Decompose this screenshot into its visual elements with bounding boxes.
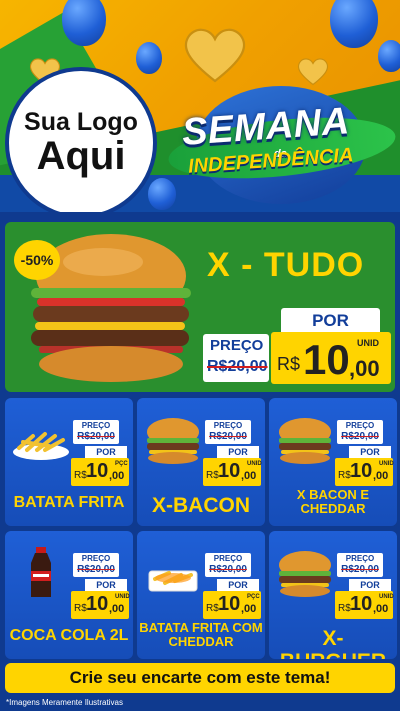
new-price-label: POR xyxy=(217,446,259,458)
header-banner: Sua Logo Aqui SEMANA da INDEPENDÊNCIA xyxy=(0,0,400,212)
discount-badge: -50% xyxy=(14,240,60,280)
product-name: BATATA FRITA COM CHEDDAR xyxy=(139,620,263,650)
disclaimer-text: *Imagens Meramente Ilustrativas xyxy=(6,698,123,707)
price-unit: UNID xyxy=(379,461,394,467)
soda-bottle-icon xyxy=(9,545,73,599)
old-price-box: PREÇO R$20,00 xyxy=(337,420,383,444)
new-price-label: POR xyxy=(281,308,380,334)
balloon-icon xyxy=(62,0,106,46)
old-price-value: R$20,00 xyxy=(77,431,115,442)
price-decimal: ,00 xyxy=(373,603,389,615)
product-card[interactable]: PREÇO R$20,00 POR R$ 10,00 UNID X BACON E CHED… xyxy=(269,398,397,526)
burger-icon xyxy=(273,545,337,599)
currency-symbol: R$ xyxy=(277,354,301,374)
burger-icon xyxy=(141,412,205,466)
currency-symbol: R$ xyxy=(206,470,219,481)
balloon-icon xyxy=(136,42,162,74)
product-card[interactable]: PREÇO R$20,00 POR R$ 10,00 UNID COCA COLA 2L xyxy=(5,531,133,659)
new-price-box: R$ 10,00 PÇC xyxy=(71,458,129,486)
currency-symbol: R$ xyxy=(338,603,351,614)
product-card[interactable]: PREÇO R$20,00 POR R$ 10,00 UNID X-BACON xyxy=(137,398,265,526)
price-unit: PÇC xyxy=(247,594,260,600)
featured-product-card[interactable]: -50% X - TUDO PREÇO R$20,00 POR R$ 10 ,0… xyxy=(5,222,395,392)
product-name: X-BURGUER xyxy=(280,627,386,659)
old-price-value: R$20,00 xyxy=(341,431,379,442)
old-price-box: PREÇO R$20,00 xyxy=(205,420,251,444)
old-price-label: PREÇO xyxy=(81,554,111,563)
old-price-label: PREÇO xyxy=(213,554,243,563)
old-price-box: PREÇO R$20,00 xyxy=(73,420,119,444)
logo-placeholder[interactable]: Sua Logo Aqui xyxy=(5,67,157,212)
new-price-box: R$ 10,00 UNID xyxy=(203,458,262,486)
old-price-value: R$20,00 xyxy=(209,564,247,575)
new-price-box: R$ 10,00 UNID xyxy=(335,591,394,619)
gold-heart-balloon-icon xyxy=(184,28,246,83)
old-price-box: PREÇO R$20,00 xyxy=(205,553,251,577)
product-name: X BACON E CHEDDAR xyxy=(296,487,370,517)
old-price-label: PREÇO xyxy=(210,337,264,354)
price-decimal: ,00 xyxy=(373,470,389,482)
new-price-label: POR xyxy=(85,579,127,591)
currency-symbol: R$ xyxy=(206,603,219,614)
price-decimal: ,00 xyxy=(349,356,380,381)
product-name: COCA COLA 2L xyxy=(9,627,129,644)
new-price-box: R$ 10,00 UNID xyxy=(71,591,130,619)
gold-heart-balloon-icon xyxy=(297,58,329,86)
old-price-box: PREÇO R$20,00 xyxy=(203,334,269,382)
price-decimal: ,00 xyxy=(241,470,257,482)
old-price-value: R$20,00 xyxy=(341,564,379,575)
featured-product-name: X - TUDO xyxy=(207,246,365,284)
old-price-value: R$20,00 xyxy=(207,358,268,375)
product-card[interactable]: PREÇO R$20,00 POR R$ 10,00 PÇC BATATA FRITA CO… xyxy=(137,531,265,659)
cta-banner[interactable]: Crie seu encarte com este tema! xyxy=(5,663,395,693)
new-price-label: POR xyxy=(349,446,391,458)
price-decimal: ,00 xyxy=(109,470,125,482)
price-integer: 10 xyxy=(218,460,241,482)
currency-symbol: R$ xyxy=(74,603,87,614)
burger-icon xyxy=(273,412,337,466)
new-price-box: R$ 10 ,00 UNID xyxy=(271,332,391,384)
old-price-label: PREÇO xyxy=(81,421,111,430)
product-card[interactable]: PREÇO R$20,00 POR R$ 10,00 PÇC BATATA FRITA xyxy=(5,398,133,526)
price-integer: 10 xyxy=(86,593,109,615)
new-price-label: POR xyxy=(85,446,127,458)
price-decimal: ,00 xyxy=(241,603,257,615)
price-integer: 10 xyxy=(350,593,373,615)
event-title: SEMANA da INDEPENDÊNCIA xyxy=(165,86,399,206)
new-price-label: POR xyxy=(349,579,391,591)
price-unit: UNID xyxy=(115,594,130,600)
new-price-box: R$ 10,00 UNID xyxy=(335,458,394,486)
logo-text-line1: Sua Logo xyxy=(24,107,138,136)
old-price-box: PREÇO R$20,00 xyxy=(337,553,383,577)
old-price-value: R$20,00 xyxy=(77,564,115,575)
price-integer: 10 xyxy=(218,593,241,615)
price-integer: 10 xyxy=(350,460,373,482)
old-price-label: PREÇO xyxy=(213,421,243,430)
currency-symbol: R$ xyxy=(338,470,351,481)
logo-text-line2: Aqui xyxy=(36,134,126,179)
currency-symbol: R$ xyxy=(74,470,87,481)
fries-cheddar-icon xyxy=(141,545,205,599)
price-decimal: ,00 xyxy=(109,603,125,615)
balloon-icon xyxy=(330,0,378,48)
balloon-icon xyxy=(378,40,400,72)
price-unit: UNID xyxy=(247,461,262,467)
product-name: X-BACON xyxy=(152,494,250,517)
old-price-label: PREÇO xyxy=(345,554,375,563)
new-price-label: POR xyxy=(217,579,259,591)
fries-icon xyxy=(9,412,73,466)
price-unit: UNID xyxy=(379,594,394,600)
price-integer: 10 xyxy=(86,460,109,482)
price-integer: 10 xyxy=(303,336,350,383)
product-card[interactable]: PREÇOR$20,00 POR R$10,00 UNID X-BURGUER xyxy=(269,531,397,659)
old-price-value: R$20,00 xyxy=(209,431,247,442)
price-unit: PÇC xyxy=(115,461,128,467)
price-unit: UNID xyxy=(357,338,379,348)
old-price-label: PREÇO xyxy=(345,421,375,430)
new-price-box: R$ 10,00 PÇC xyxy=(203,591,261,619)
product-name: BATATA FRITA xyxy=(13,494,125,511)
old-price-box: PREÇO R$20,00 xyxy=(73,553,119,577)
